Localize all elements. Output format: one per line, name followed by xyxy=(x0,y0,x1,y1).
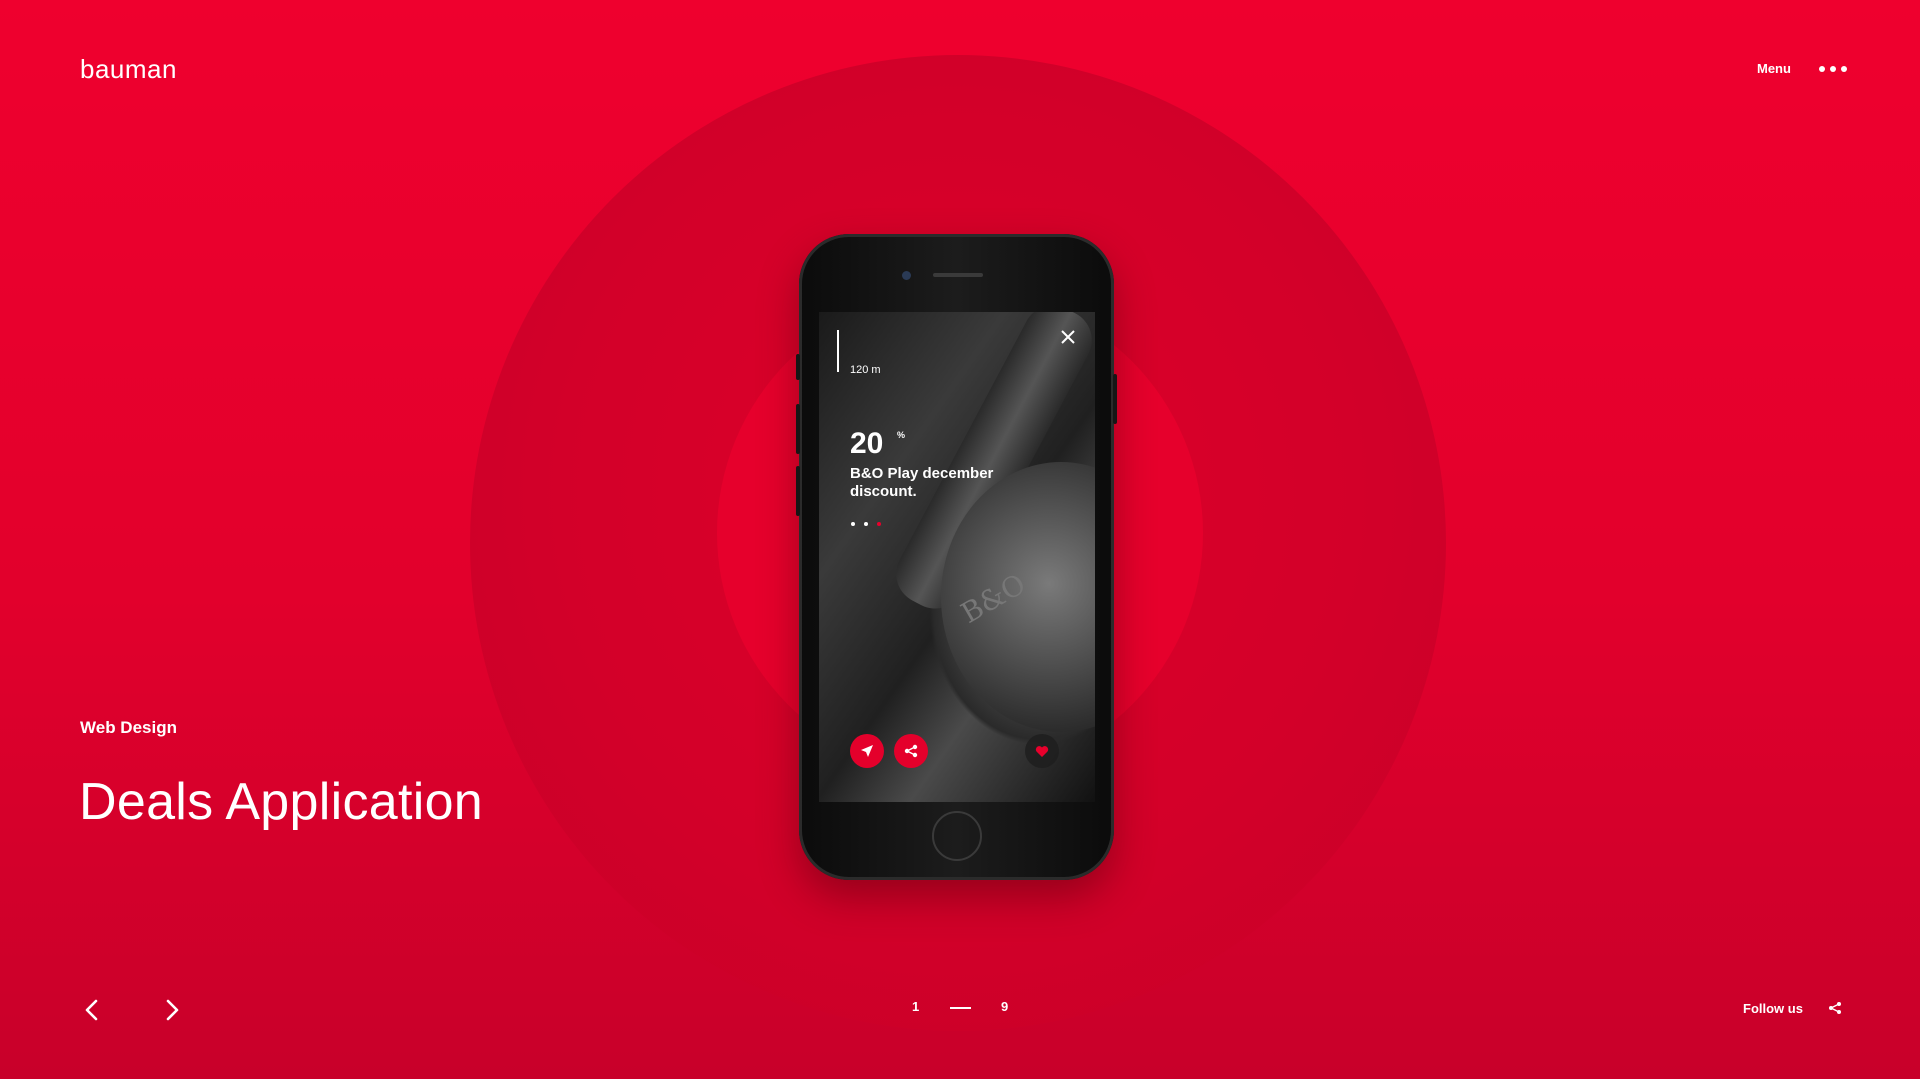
phone-mute-switch xyxy=(796,354,800,380)
share-icon xyxy=(904,744,918,758)
phone-camera xyxy=(902,271,911,280)
share-icon[interactable] xyxy=(1828,1001,1842,1015)
navigation-arrow-icon xyxy=(861,745,873,757)
pager-current: 1 xyxy=(912,999,920,1014)
project-category: Web Design xyxy=(80,718,177,737)
next-arrow-icon[interactable] xyxy=(158,996,186,1024)
distance-label: 120 m xyxy=(850,364,881,376)
close-icon[interactable] xyxy=(1061,330,1075,344)
discount-unit: % xyxy=(897,430,906,440)
share-button[interactable] xyxy=(894,734,928,768)
navigate-button[interactable] xyxy=(850,734,884,768)
favorite-button[interactable] xyxy=(1025,734,1059,768)
phone-screen: B&O 120 m 20 % B&O Play december discoun… xyxy=(819,312,1095,802)
menu-button[interactable]: Menu xyxy=(1757,61,1791,76)
distance-indicator-line xyxy=(837,330,839,372)
phone-volume-up xyxy=(796,404,800,454)
phone-power-button xyxy=(1113,374,1117,424)
previous-arrow-icon[interactable] xyxy=(78,996,106,1024)
slide-dot-active[interactable] xyxy=(877,522,881,526)
phone-home-button xyxy=(932,811,982,861)
project-title: Deals Application xyxy=(79,773,484,831)
slide-indicator[interactable] xyxy=(851,522,881,526)
discount-value: 20 xyxy=(850,427,884,460)
pager-divider xyxy=(950,1007,971,1009)
phone-mockup: B&O 120 m 20 % B&O Play december discoun… xyxy=(796,234,1117,880)
more-dots-icon[interactable] xyxy=(1819,66,1847,72)
deal-description: B&O Play december discount. xyxy=(850,465,994,500)
pager-total: 9 xyxy=(1001,999,1009,1014)
phone-volume-down xyxy=(796,466,800,516)
follow-us-link[interactable]: Follow us xyxy=(1743,1001,1803,1016)
brand-logo[interactable]: bauman xyxy=(80,54,177,85)
slide-dot[interactable] xyxy=(864,522,868,526)
heart-icon xyxy=(1035,745,1049,757)
slide-dot[interactable] xyxy=(851,522,855,526)
phone-speaker xyxy=(933,273,983,277)
